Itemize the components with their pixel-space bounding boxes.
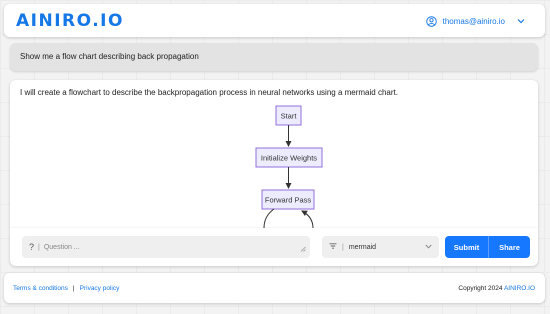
question-input[interactable]: ? | Question ... bbox=[22, 236, 310, 258]
flowchart: Start Initialize Weights Forward Pass bbox=[255, 105, 323, 228]
user-icon bbox=[425, 15, 437, 27]
chevron-down-icon bbox=[517, 18, 525, 24]
copyright: Copyright 2024 AINIRO.IO bbox=[458, 285, 535, 292]
terms-link[interactable]: Terms & conditions bbox=[13, 285, 68, 292]
submit-button[interactable]: Submit bbox=[445, 236, 488, 258]
question-mark-icon: ? bbox=[29, 242, 35, 252]
flow-node-start: Start bbox=[275, 105, 302, 126]
footer-separator: | bbox=[72, 285, 75, 292]
user-email: thomas@ainiro.io bbox=[442, 16, 505, 26]
flow-node-label: Initialize Weights bbox=[261, 154, 317, 163]
top-header: AINIRO.IO thomas@ainiro.io bbox=[4, 4, 545, 37]
flow-node-forward-pass: Forward Pass bbox=[261, 189, 315, 210]
mode-value: mermaid bbox=[348, 243, 377, 251]
flow-node-label: Start bbox=[281, 112, 298, 121]
privacy-link[interactable]: Privacy policy bbox=[80, 285, 120, 292]
question-placeholder: Question ... bbox=[43, 243, 80, 251]
flow-edge bbox=[263, 208, 275, 228]
user-prompt-message: Show me a flow chart describing back pro… bbox=[10, 43, 538, 71]
chevron-down-icon bbox=[425, 244, 432, 251]
copyright-text: Copyright 2024 bbox=[458, 285, 503, 292]
flow-node-label: Forward Pass bbox=[265, 196, 312, 205]
footer-links: Terms & conditions | Privacy policy bbox=[13, 285, 119, 292]
brand-link[interactable]: AINIRO.IO bbox=[504, 285, 535, 292]
flow-edge bbox=[301, 210, 314, 228]
input-bar: ? | Question ... | mermaid Submit Share bbox=[10, 228, 538, 266]
footer: Terms & conditions | Privacy policy Copy… bbox=[4, 273, 545, 303]
select-separator: | bbox=[342, 243, 344, 251]
resize-handle-icon[interactable] bbox=[300, 246, 306, 254]
mode-select[interactable]: | mermaid bbox=[322, 236, 439, 258]
filter-icon bbox=[329, 243, 337, 251]
logo[interactable]: AINIRO.IO bbox=[16, 11, 124, 31]
share-button[interactable]: Share bbox=[488, 236, 530, 258]
flow-node-initialize-weights: Initialize Weights bbox=[255, 147, 323, 168]
user-menu[interactable]: thomas@ainiro.io bbox=[425, 14, 525, 28]
assistant-answer: I will create a flowchart to describe th… bbox=[10, 80, 538, 228]
input-separator: | bbox=[38, 243, 40, 251]
